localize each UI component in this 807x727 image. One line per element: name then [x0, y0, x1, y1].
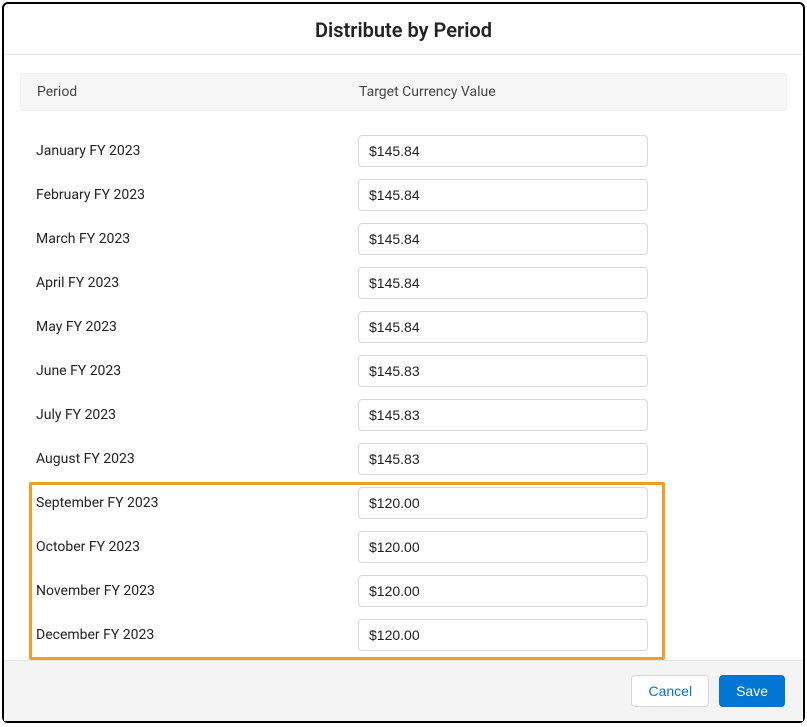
period-label: November FY 2023 [36, 583, 358, 599]
currency-value-input[interactable] [358, 575, 648, 607]
currency-value-input[interactable] [358, 179, 648, 211]
distribute-by-period-modal: Distribute by Period Period Target Curre… [2, 2, 805, 723]
cancel-button[interactable]: Cancel [631, 675, 709, 707]
currency-value-input[interactable] [358, 399, 648, 431]
period-label: May FY 2023 [36, 319, 358, 335]
save-button[interactable]: Save [719, 675, 785, 707]
table-row: June FY 2023 [20, 349, 787, 393]
table-row: August FY 2023 [20, 437, 787, 481]
currency-value-input[interactable] [358, 619, 648, 651]
period-label: February FY 2023 [36, 187, 358, 203]
period-label: September FY 2023 [36, 495, 358, 511]
period-label: March FY 2023 [36, 231, 358, 247]
currency-value-input[interactable] [358, 487, 648, 519]
value-cell [358, 179, 648, 211]
currency-value-input[interactable] [358, 443, 648, 475]
table-row: May FY 2023 [20, 305, 787, 349]
modal-content: Period Target Currency Value January FY … [4, 55, 803, 660]
currency-value-input[interactable] [358, 135, 648, 167]
table-header-row: Period Target Currency Value [20, 73, 787, 111]
table-row: September FY 2023 [20, 481, 787, 525]
value-cell [358, 443, 648, 475]
modal-header: Distribute by Period [4, 4, 803, 55]
value-cell [358, 355, 648, 387]
period-label: August FY 2023 [36, 451, 358, 467]
currency-value-input[interactable] [358, 311, 648, 343]
table-row: April FY 2023 [20, 261, 787, 305]
rows-container: January FY 2023 February FY 2023 March FY … [20, 129, 787, 657]
value-cell [358, 267, 648, 299]
period-label: July FY 2023 [36, 407, 358, 423]
period-label: December FY 2023 [36, 627, 358, 643]
table-row: March FY 2023 [20, 217, 787, 261]
modal-title: Distribute by Period [4, 18, 803, 42]
period-label: April FY 2023 [36, 275, 358, 291]
column-header-period: Period [37, 84, 359, 100]
column-header-value: Target Currency Value [359, 84, 770, 100]
period-label: June FY 2023 [36, 363, 358, 379]
value-cell [358, 619, 648, 651]
currency-value-input[interactable] [358, 223, 648, 255]
value-cell [358, 575, 648, 607]
value-cell [358, 223, 648, 255]
table-row: July FY 2023 [20, 393, 787, 437]
value-cell [358, 311, 648, 343]
currency-value-input[interactable] [358, 531, 648, 563]
table-row: November FY 2023 [20, 569, 787, 613]
table-row: December FY 2023 [20, 613, 787, 657]
value-cell [358, 135, 648, 167]
value-cell [358, 399, 648, 431]
period-label: January FY 2023 [36, 143, 358, 159]
currency-value-input[interactable] [358, 267, 648, 299]
currency-value-input[interactable] [358, 355, 648, 387]
table-row: January FY 2023 [20, 129, 787, 173]
value-cell [358, 531, 648, 563]
modal-footer: Cancel Save [4, 660, 803, 721]
period-label: October FY 2023 [36, 539, 358, 555]
value-cell [358, 487, 648, 519]
table-row: October FY 2023 [20, 525, 787, 569]
table-row: February FY 2023 [20, 173, 787, 217]
